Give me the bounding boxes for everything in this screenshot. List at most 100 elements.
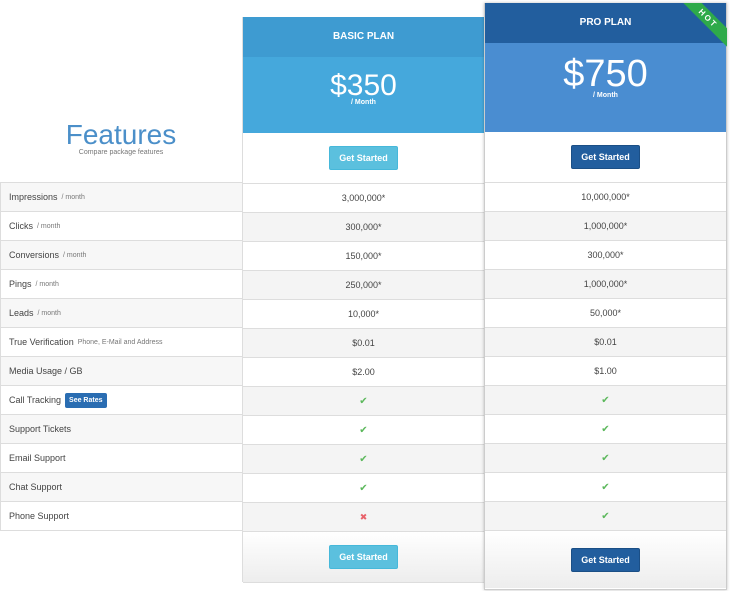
check-icon: ✔ <box>359 424 368 436</box>
feature-sublabel: / month <box>35 280 59 288</box>
feature-row: Conversions / month <box>0 241 242 270</box>
features-title: Features <box>65 119 177 150</box>
feature-label: Conversions <box>9 250 60 260</box>
pro-plan-column: PRO PLAN $750 / Month Get Started 10,000… <box>484 3 727 590</box>
pro-value-cell: ✔ <box>485 415 726 444</box>
feature-row: Clicks / month <box>0 212 242 241</box>
pro-value-cell: 50,000* <box>485 299 726 328</box>
features-subtitle: Compare package features <box>78 149 164 156</box>
feature-row: Phone Support <box>0 502 242 531</box>
basic-value-cell: 3,000,000* <box>243 184 484 213</box>
cross-icon: ✖ <box>359 511 368 522</box>
feature-sublabel: / month <box>37 222 61 230</box>
pro-value-cell: 1,000,000* <box>485 212 726 241</box>
feature-label: Phone Support <box>9 511 70 521</box>
feature-row: Media Usage / GB <box>0 357 242 386</box>
basic-plan-column: BASIC PLAN $350 / Month Get Started 3,00… <box>242 17 484 583</box>
basic-value-cell: 10,000* <box>243 300 484 329</box>
basic-plan-name: BASIC PLAN <box>243 17 484 57</box>
basic-value-cell: ✔ <box>243 416 484 445</box>
feature-sublabel: / month <box>63 251 87 259</box>
basic-values: 3,000,000* 300,000* 150,000* 250,000* 10,000… <box>243 183 484 532</box>
pro-value-text: $1.00 <box>594 366 617 376</box>
basic-value-text: 10,000* <box>347 309 380 319</box>
check-icon: ✔ <box>601 423 610 435</box>
feature-label: Media Usage / GB <box>9 366 83 376</box>
basic-value-cell: ✖ <box>243 503 484 532</box>
pro-value-cell: ✔ <box>485 444 726 473</box>
basic-value-text: 300,000* <box>345 222 382 232</box>
check-icon: ✔ <box>601 481 610 493</box>
pro-get-started-button-top[interactable]: Get Started <box>571 145 640 169</box>
feature-row: Impressions / month <box>0 183 242 212</box>
basic-value-cell: ✔ <box>243 445 484 474</box>
basic-value-cell: 250,000* <box>243 271 484 300</box>
feature-row: Chat Support <box>0 473 242 502</box>
pro-value-text: $0.01 <box>594 337 617 347</box>
check-icon: ✔ <box>601 452 610 464</box>
pro-value-cell: 10,000,000* <box>485 183 726 212</box>
pro-value-text: 1,000,000* <box>583 221 628 231</box>
basic-value-text: 150,000* <box>345 251 382 261</box>
pro-price-box: $750 / Month <box>485 43 726 132</box>
feature-row: Support Tickets <box>0 415 242 444</box>
basic-value-cell: ✔ <box>243 387 484 416</box>
pro-value-cell: 300,000* <box>485 241 726 270</box>
basic-value-cell: 150,000* <box>243 242 484 271</box>
feature-row: Call Tracking See Rates <box>0 386 242 415</box>
pro-price: $750 <box>563 53 648 95</box>
basic-value-cell: ✔ <box>243 474 484 503</box>
features-list: Impressions / month Clicks / month Conversio… <box>0 182 242 531</box>
hot-ribbon: HOT <box>681 3 727 49</box>
basic-value-cell: 300,000* <box>243 213 484 242</box>
feature-sublabel: / month <box>37 309 61 317</box>
basic-get-started-button-bottom[interactable]: Get Started <box>329 545 398 569</box>
pro-price-period: / Month <box>593 92 618 99</box>
check-icon: ✔ <box>359 482 368 494</box>
basic-get-started-button-top[interactable]: Get Started <box>329 146 398 170</box>
features-header: Features Compare package features <box>0 119 242 157</box>
feature-label: Clicks <box>9 221 33 231</box>
basic-value-text: 3,000,000* <box>341 193 386 203</box>
pro-value-cell: ✔ <box>485 473 726 502</box>
pro-get-started-button-bottom[interactable]: Get Started <box>571 547 640 572</box>
see-rates-button[interactable]: See Rates <box>65 392 107 408</box>
pro-value-cell: $0.01 <box>485 328 726 357</box>
feature-label: Leads <box>9 308 34 318</box>
basic-value-text: $2.00 <box>352 367 375 377</box>
pro-value-cell: 1,000,000* <box>485 270 726 299</box>
pro-value-text: 10,000,000* <box>581 192 630 202</box>
basic-value-cell: $0.01 <box>243 329 484 358</box>
feature-label: Impressions <box>9 192 58 202</box>
hot-ribbon-label: HOT <box>681 3 727 48</box>
pro-value-cell: $1.00 <box>485 357 726 386</box>
feature-sublabel: Phone, E-Mail and Address <box>77 338 163 346</box>
feature-label: Email Support <box>9 453 66 463</box>
check-icon: ✔ <box>601 510 610 522</box>
pro-values: 10,000,000* 1,000,000* 300,000* 1,000,000* 5… <box>485 182 726 531</box>
feature-label: Call Tracking <box>9 395 62 405</box>
pro-value-cell: ✔ <box>485 386 726 415</box>
pro-value-cell: ✔ <box>485 502 726 531</box>
check-icon: ✔ <box>359 395 368 407</box>
pro-value-text: 1,000,000* <box>583 279 628 289</box>
feature-label: Pings <box>9 279 32 289</box>
feature-label: True Verification <box>9 337 74 347</box>
feature-row: Pings / month <box>0 270 242 299</box>
feature-row: Leads / month <box>0 299 242 328</box>
basic-value-cell: $2.00 <box>243 358 484 387</box>
feature-row: Email Support <box>0 444 242 473</box>
pro-cta-bottom-area: Get Started <box>485 531 726 588</box>
feature-label: Support Tickets <box>9 424 72 434</box>
pro-value-text: 50,000* <box>589 308 622 318</box>
basic-value-text: $0.01 <box>352 338 375 348</box>
feature-row: True Verification Phone, E-Mail and Addre… <box>0 328 242 357</box>
check-icon: ✔ <box>359 453 368 465</box>
feature-label: Chat Support <box>9 482 63 492</box>
pro-value-text: 300,000* <box>587 250 624 260</box>
feature-sublabel: / month <box>61 193 85 201</box>
basic-price: $350 <box>330 69 397 102</box>
basic-price-period: / Month <box>351 99 376 106</box>
basic-cta-top-area: Get Started <box>243 133 484 183</box>
basic-value-text: 250,000* <box>345 280 382 290</box>
